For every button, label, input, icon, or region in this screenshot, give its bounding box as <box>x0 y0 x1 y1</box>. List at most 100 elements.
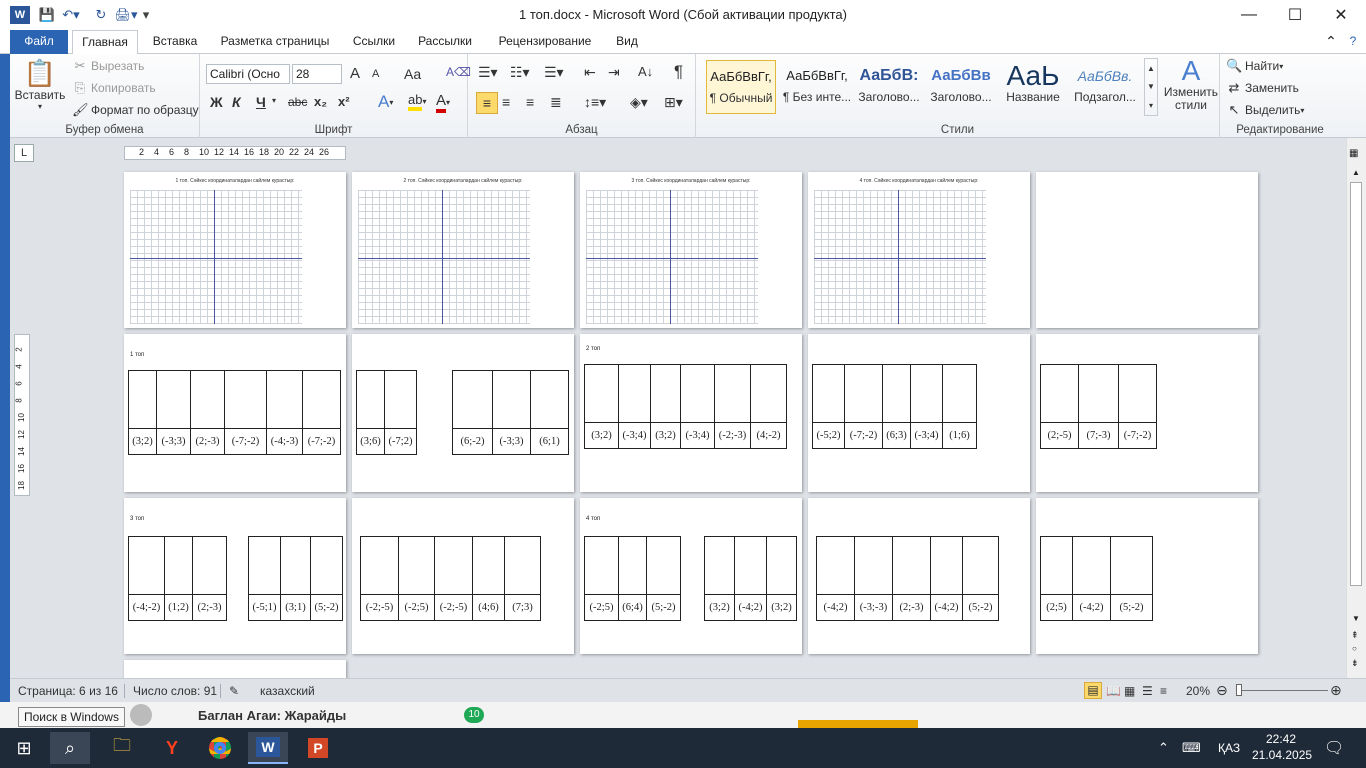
page-group-3-table[interactable]: 3 топ (-4;-2) (1;2) (2;-3) (-5;1) (3;1) (5;-2) <box>124 498 346 654</box>
tab-selector-icon[interactable]: L <box>14 144 34 162</box>
copy-button[interactable]: ⎘ Копировать <box>72 80 156 96</box>
table-cell[interactable] <box>1040 364 1079 423</box>
strikethrough-button[interactable]: abc <box>288 95 307 109</box>
table-cell[interactable]: (-2;5) <box>398 594 435 621</box>
table-cell[interactable] <box>942 364 977 423</box>
table-cell[interactable] <box>356 370 385 429</box>
font-color-icon[interactable]: A ▾ <box>436 92 450 113</box>
table-cell[interactable]: (3;6) <box>356 428 385 455</box>
style-subtitle[interactable]: АаБбВв. Подзагол... <box>1070 60 1140 114</box>
table-cell[interactable] <box>1072 536 1111 595</box>
table-cell[interactable]: (1;2) <box>164 594 193 621</box>
table-cell[interactable]: (3;2) <box>766 594 797 621</box>
table-cell[interactable] <box>190 370 225 429</box>
coordinates-table[interactable]: (2;-5) (7;-3) (-7;-2) <box>1040 364 1157 449</box>
style-heading-1[interactable]: АаБбВ: Заголово... <box>854 60 924 114</box>
page-group-2-table[interactable]: 2 топ (3;2) (-3;4) (3;2) (-3;4) (-2;-3) (4;-2) <box>580 334 802 492</box>
sort-icon[interactable]: A↓ <box>638 64 653 79</box>
find-button[interactable]: 🔍 Найти ▾ <box>1226 58 1283 74</box>
zoom-level[interactable]: 20% <box>1186 684 1210 698</box>
vertical-scrollbar[interactable]: ▦ ▲ ▼ ⇞ ○ ⇟ <box>1346 138 1366 678</box>
prev-page-icon[interactable]: ⇞ <box>1351 630 1359 641</box>
font-name-combo[interactable]: Calibri (Осно <box>206 64 290 84</box>
table-cell[interactable] <box>224 370 267 429</box>
align-center-button[interactable]: ≡ <box>502 94 510 110</box>
table-cell[interactable]: (-7;-2) <box>224 428 267 455</box>
styles-scroll[interactable]: ▲ ▼ ▾ <box>1144 58 1158 116</box>
table-cell[interactable] <box>1110 536 1153 595</box>
table-cell[interactable]: (-3;4) <box>910 422 943 449</box>
table-cell[interactable]: (2;-5) <box>1040 422 1079 449</box>
table-cell[interactable]: (-4;2) <box>930 594 963 621</box>
format-painter-button[interactable]: 🖌 Формат по образцу <box>72 102 199 118</box>
table-cell[interactable] <box>310 536 343 595</box>
tab-file[interactable]: Файл <box>10 30 68 54</box>
table-cell[interactable]: (7;3) <box>504 594 541 621</box>
table-cell[interactable] <box>398 536 435 595</box>
document-area[interactable]: 1 топ. Сәйкес координаталардан сайлем ку… <box>10 168 1346 678</box>
clock-date[interactable]: 21.04.2025 <box>1252 748 1312 762</box>
table-cell[interactable]: (-3;4) <box>680 422 715 449</box>
zoom-slider[interactable] <box>1236 690 1328 691</box>
table-cell[interactable] <box>618 364 651 423</box>
table-cell[interactable] <box>1040 536 1073 595</box>
table-cell[interactable] <box>472 536 505 595</box>
italic-button[interactable]: К <box>232 94 241 110</box>
table-cell[interactable] <box>156 370 191 429</box>
coordinates-table[interactable]: (-2;-5) (-2;5) (-2;-5) (4;6) (7;3) <box>360 536 541 621</box>
table-cell[interactable]: (5;-2) <box>646 594 681 621</box>
borders-icon[interactable]: ⊞▾ <box>664 94 683 111</box>
word-taskbar-icon[interactable]: W <box>248 732 288 764</box>
style-heading-2[interactable]: АаБбВв Заголово... <box>926 60 996 114</box>
table-cell[interactable] <box>680 364 715 423</box>
help-icon[interactable]: ? <box>1344 30 1362 54</box>
page-coordinate-grid[interactable]: 3 топ. Сәйкес координаталардан сайлем ку… <box>580 172 802 328</box>
table-cell[interactable]: (5;-2) <box>1110 594 1153 621</box>
coordinates-table[interactable]: (-4;-2) (1;2) (2;-3) <box>128 536 227 621</box>
scroll-up-icon[interactable]: ▲ <box>1352 168 1360 177</box>
coordinates-table[interactable]: (3;2) (-3;3) (2;-3) (-7;-2) (-4;-3) (-7;-2) <box>128 370 341 455</box>
table-cell[interactable] <box>734 536 767 595</box>
table-cell[interactable]: (-4;-2) <box>128 594 165 621</box>
table-cell[interactable]: (6;-2) <box>452 428 493 455</box>
bullets-icon[interactable]: ☰▾ <box>478 64 498 81</box>
justify-button[interactable]: ≣ <box>550 94 562 111</box>
coordinates-table[interactable]: (-5;2) (-7;-2) (6;3) (-3;4) (1;6) <box>812 364 977 449</box>
tray-chevron-icon[interactable]: ⌃ <box>1158 740 1169 756</box>
coordinates-table[interactable]: (3;2) (-4;2) (3;2) <box>704 536 797 621</box>
table-cell[interactable] <box>1078 364 1119 423</box>
page-partial[interactable] <box>124 660 346 678</box>
coordinates-table[interactable]: (3;6) (-7;2) <box>356 370 417 455</box>
change-styles-button[interactable]: A Изменить стили <box>1162 56 1220 112</box>
paste-button[interactable]: 📋 Вставить ▾ <box>15 58 66 111</box>
language-indicator[interactable]: казахский <box>260 684 315 698</box>
table-cell[interactable] <box>530 370 569 429</box>
table-cell[interactable] <box>128 370 157 429</box>
cut-button[interactable]: ✂ Вырезать <box>72 58 145 74</box>
table-cell[interactable] <box>128 536 165 595</box>
zoom-out-icon[interactable]: ⊖ <box>1216 682 1228 699</box>
coordinates-table[interactable]: (-4;2) (-3;-3) (2;-3) (-4;2) (5;-2) <box>816 536 999 621</box>
clock-time[interactable]: 22:42 <box>1266 732 1296 746</box>
page-coordinate-grid[interactable]: 4 топ. Сәйкес координаталардан сайлем ку… <box>808 172 1030 328</box>
page-group-1-table[interactable]: 1 топ (3;2) (-3;3) (2;-3) (-7;-2) (-4;-3) (-7;… <box>124 334 346 492</box>
shading-icon[interactable]: ◈▾ <box>630 94 648 111</box>
print-layout-icon[interactable]: ▤ <box>1084 682 1102 699</box>
change-case-button[interactable]: Aa <box>404 66 421 82</box>
draft-icon[interactable]: ≡ <box>1160 684 1167 698</box>
table-cell[interactable] <box>766 536 797 595</box>
powerpoint-icon[interactable]: P <box>298 732 338 764</box>
underline-button[interactable]: Ч <box>256 94 266 110</box>
table-cell[interactable]: (-3;3) <box>492 428 531 455</box>
table-cell[interactable]: (3;2) <box>128 428 157 455</box>
table-cell[interactable] <box>882 364 911 423</box>
font-size-combo[interactable]: 28 <box>292 64 342 84</box>
style-title[interactable]: АаЬ Название <box>998 60 1068 114</box>
table-cell[interactable] <box>704 536 735 595</box>
table-cell[interactable]: (3;2) <box>584 422 619 449</box>
highlight-icon[interactable]: ab ▾ <box>408 92 426 111</box>
table-cell[interactable]: (5;-2) <box>310 594 343 621</box>
table-cell[interactable] <box>248 536 281 595</box>
input-language[interactable]: ҚАЗ <box>1218 741 1240 755</box>
table-cell[interactable]: (-7;-2) <box>302 428 341 455</box>
